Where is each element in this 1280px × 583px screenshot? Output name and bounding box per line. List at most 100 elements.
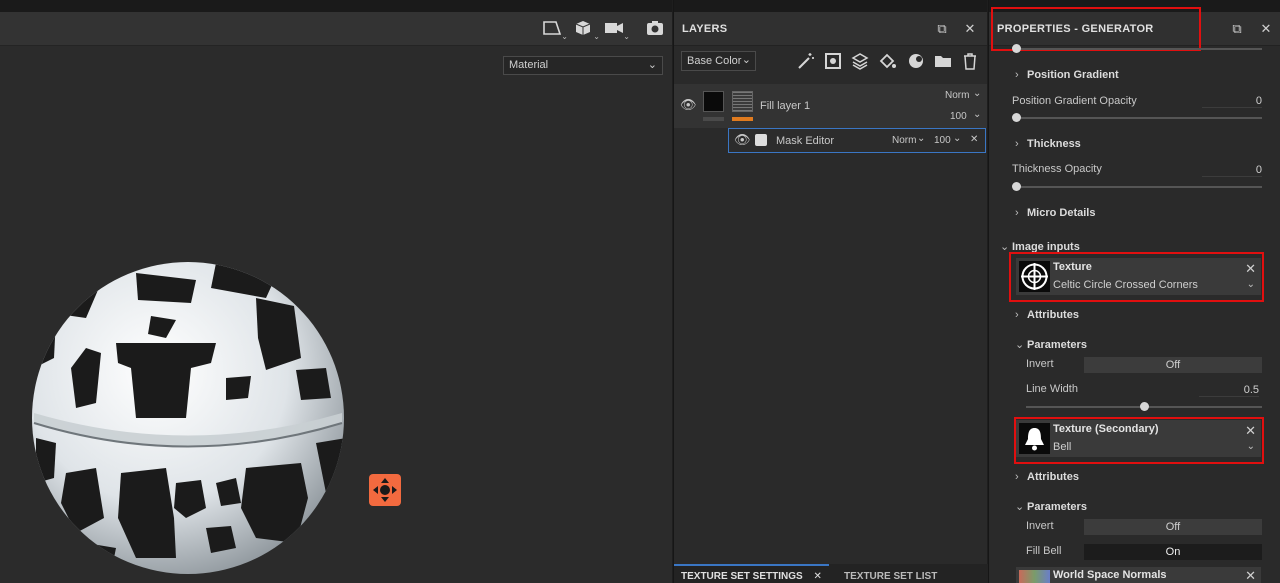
layer-opacity[interactable]: 100 xyxy=(950,111,967,122)
world-space-normals-slot[interactable]: World Space Normals ✕ xyxy=(1016,567,1261,583)
chevron-down-icon: ⌄ xyxy=(741,54,751,66)
highlight-texture-primary xyxy=(1009,252,1264,302)
invert-toggle[interactable]: Off xyxy=(1084,519,1262,535)
add-effect-icon[interactable] xyxy=(906,51,926,71)
close-icon[interactable]: ✕ xyxy=(1258,21,1274,37)
close-icon[interactable]: ✕ xyxy=(1245,568,1256,583)
chevron-down-icon: ⌄ xyxy=(973,109,982,120)
cube-icon[interactable]: ⌄ xyxy=(574,19,600,41)
fill-layer-row[interactable]: 👁 Fill layer 1 Norm ⌄ 100 ⌄ xyxy=(674,84,987,128)
chevron-down-icon: ⌄ xyxy=(917,133,926,144)
highlight-properties-title xyxy=(991,7,1201,51)
section-label: Attributes xyxy=(1027,471,1079,483)
position-gradient-opacity-value[interactable]: 0 xyxy=(1202,95,1262,108)
chevron-down-icon: ⌄ xyxy=(953,133,962,144)
invert-toggle[interactable]: Off xyxy=(1084,357,1262,373)
highlight-texture-secondary xyxy=(1014,417,1264,464)
channel-dropdown[interactable]: Base Color ⌄ xyxy=(681,51,756,71)
undock-icon[interactable]: ⧉ xyxy=(934,21,950,37)
layer-content-thumbnail xyxy=(732,91,753,112)
invert-label: Invert xyxy=(1026,358,1054,370)
layers-top-strip xyxy=(674,0,987,12)
section-attributes-2[interactable]: › Attributes xyxy=(1015,471,1079,483)
eye-icon[interactable]: 👁 xyxy=(680,97,697,113)
section-micro-details[interactable]: › Micro Details xyxy=(1015,207,1095,219)
texture-slot-label: World Space Normals xyxy=(1053,569,1167,581)
screenshot-camera-icon[interactable] xyxy=(645,19,671,39)
fill-bell-toggle[interactable]: On xyxy=(1084,544,1262,560)
section-attributes-1[interactable]: › Attributes xyxy=(1015,309,1079,321)
add-mask-icon[interactable] xyxy=(824,51,844,71)
chevron-down-icon: ⌄ xyxy=(1015,501,1025,513)
chevron-right-icon: › xyxy=(1015,207,1019,219)
viewport-top-strip xyxy=(0,0,672,12)
thickness-opacity-value[interactable]: 0 xyxy=(1202,164,1262,177)
close-icon[interactable]: ✕ xyxy=(962,21,978,37)
chevron-right-icon: › xyxy=(1015,138,1019,150)
slider-knob[interactable] xyxy=(1012,182,1021,191)
line-width-value[interactable]: 0.5 xyxy=(1199,384,1259,397)
channel-dropdown-value: Base Color xyxy=(687,55,742,67)
mask-indicator-bar xyxy=(703,117,724,121)
thickness-opacity-label: Thickness Opacity xyxy=(1012,163,1102,175)
slider-knob[interactable] xyxy=(1012,44,1021,53)
camera-video-icon[interactable]: ⌄ xyxy=(604,19,630,41)
layer-blend-mode[interactable]: Norm xyxy=(945,90,969,101)
section-label: Micro Details xyxy=(1027,207,1096,219)
material-preview-sphere xyxy=(32,262,344,574)
section-parameters-2[interactable]: ⌄ Parameters xyxy=(1015,500,1087,513)
mask-blend-mode[interactable]: Norm xyxy=(892,135,916,146)
close-icon[interactable]: ✕ xyxy=(813,571,821,582)
move-arrows-icon xyxy=(373,478,397,502)
position-gradient-opacity-slider[interactable] xyxy=(1012,113,1262,122)
magic-wand-icon[interactable] xyxy=(796,51,816,71)
undock-icon[interactable]: ⧉ xyxy=(1229,21,1245,37)
frame-icon[interactable]: ⌄ xyxy=(542,19,568,41)
chevron-right-icon: › xyxy=(1015,69,1019,81)
layer-selected-bar xyxy=(732,117,753,121)
section-label: Position Gradient xyxy=(1027,69,1119,81)
section-label: Parameters xyxy=(1027,339,1087,351)
slider-knob[interactable] xyxy=(1139,402,1149,411)
material-dropdown[interactable]: Material ⌄ xyxy=(503,56,663,75)
chevron-down-icon: ⌄ xyxy=(1015,339,1025,351)
mask-opacity[interactable]: 100 xyxy=(934,135,951,146)
section-label: Parameters xyxy=(1027,501,1087,513)
layer-name: Fill layer 1 xyxy=(760,100,811,112)
invert-label: Invert xyxy=(1026,520,1054,532)
fill-bell-label: Fill Bell xyxy=(1026,545,1062,557)
section-thickness[interactable]: › Thickness xyxy=(1015,138,1081,150)
layers-panel: LAYERS ⧉ ✕ Base Color ⌄ 👁 Fill layer 1 N… xyxy=(673,0,988,583)
slider-top[interactable] xyxy=(1012,44,1262,53)
tab-texture-set-list[interactable]: TEXTURE SET LIST xyxy=(837,564,944,583)
chevron-down-icon: ⌄ xyxy=(647,59,657,71)
layers-header: LAYERS ⧉ ✕ xyxy=(674,12,987,46)
add-layer-icon[interactable] xyxy=(851,51,871,71)
tab-label: TEXTURE SET SETTINGS xyxy=(681,571,803,582)
normal-map-thumbnail xyxy=(1019,570,1050,583)
tab-label: TEXTURE SET LIST xyxy=(844,571,938,582)
material-dropdown-value: Material xyxy=(509,59,549,71)
viewport-toolbar: ⌄ ⌄ ⌄ xyxy=(0,12,672,46)
add-fill-icon[interactable] xyxy=(878,51,898,71)
light-orientation-gizmo[interactable] xyxy=(369,474,401,506)
layers-title: LAYERS xyxy=(682,23,728,35)
delete-icon[interactable] xyxy=(960,51,980,71)
mask-editor-row[interactable]: 👁 Mask Editor Norm ⌄ 100 ⌄ ✕ xyxy=(728,128,986,153)
eye-icon[interactable]: 👁 xyxy=(734,132,751,148)
mask-icon xyxy=(755,134,767,146)
thickness-opacity-slider[interactable] xyxy=(1012,182,1262,191)
section-position-gradient[interactable]: › Position Gradient xyxy=(1015,69,1119,81)
add-folder-icon[interactable] xyxy=(933,51,953,71)
tab-texture-set-settings[interactable]: TEXTURE SET SETTINGS ✕ xyxy=(674,564,829,583)
slider-knob[interactable] xyxy=(1012,113,1021,122)
3d-viewport[interactable]: ⌄ ⌄ ⌄ Material ⌄ xyxy=(0,0,672,583)
section-parameters-1[interactable]: ⌄ Parameters xyxy=(1015,338,1087,351)
chevron-down-icon: ⌄ xyxy=(973,88,982,99)
properties-panel: PROPERTIES - GENERATOR ⧉ ✕ › Position Gra… xyxy=(988,0,1280,583)
close-icon[interactable]: ✕ xyxy=(970,134,978,145)
chevron-right-icon: › xyxy=(1015,309,1019,321)
line-width-slider[interactable] xyxy=(1026,402,1262,411)
section-label: Attributes xyxy=(1027,309,1079,321)
section-label: Thickness xyxy=(1027,138,1081,150)
